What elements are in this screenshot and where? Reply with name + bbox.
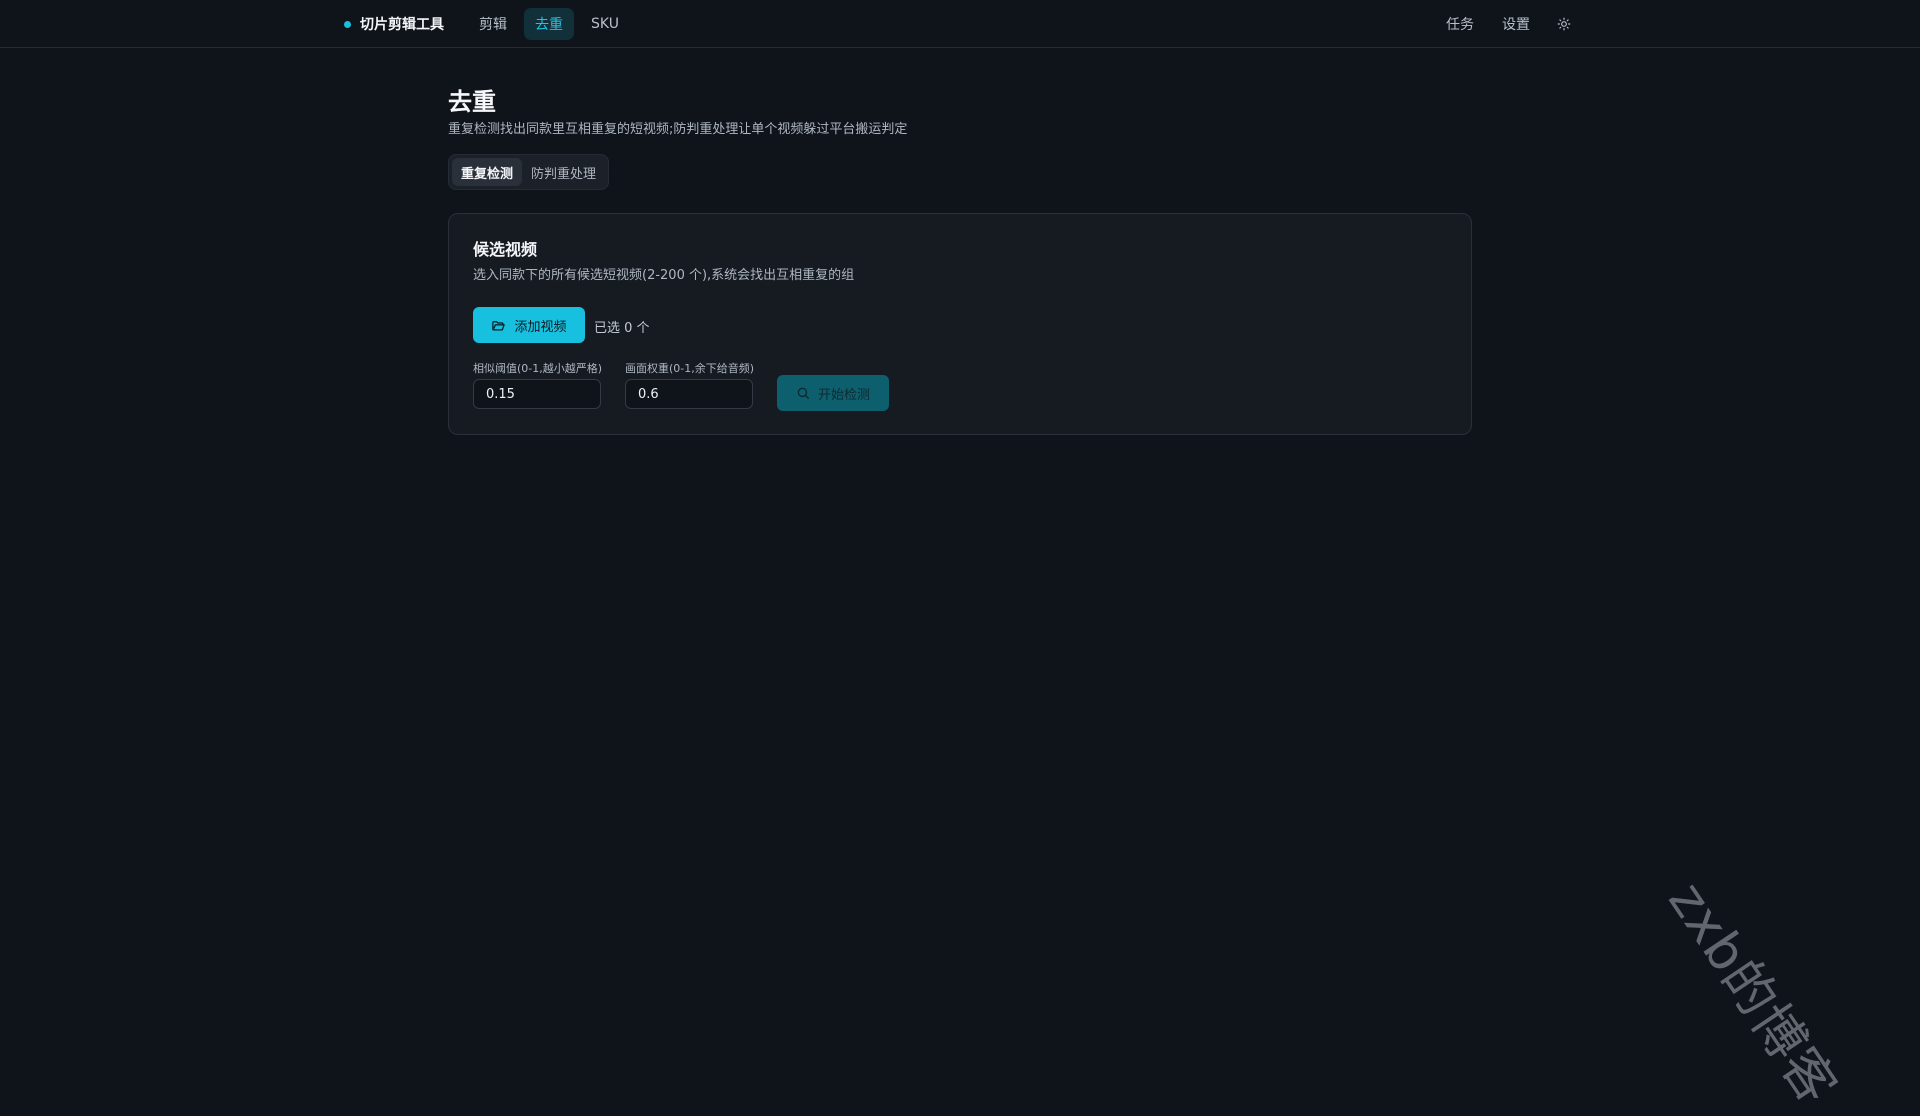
start-detection-label: 开始检测 [817, 387, 870, 403]
start-detection-button[interactable]: 开始检测 [777, 375, 889, 411]
segment-duplicate-detection[interactable]: 重复检测 [452, 158, 523, 186]
brand-dot-icon [344, 20, 351, 28]
nav-right: 任务 设置 [1436, 8, 1580, 40]
add-video-button[interactable]: 添加视频 [473, 307, 585, 343]
mode-segmented-control: 重复检测 防判重处理 [448, 154, 610, 190]
card-description: 选入同款下的所有候选短视频(2-200 个),系统会找出互相重复的组 [473, 268, 855, 283]
nav-tab-dedup[interactable]: 去重 [524, 8, 574, 40]
nav-link-tasks[interactable]: 任务 [1436, 8, 1484, 40]
selected-count: 已选 0 个 [594, 321, 650, 336]
page-subtitle: 重复检测找出同款里互相重复的短视频;防判重处理让单个视频躲过平台搬运判定 [448, 122, 908, 137]
nav-tab-edit[interactable]: 剪辑 [468, 8, 518, 40]
sun-icon [1557, 17, 1571, 31]
add-video-label: 添加视频 [514, 319, 567, 335]
theme-toggle-button[interactable] [1548, 8, 1580, 40]
nav-tab-sku[interactable]: SKU [580, 8, 630, 40]
folder-open-icon [492, 320, 506, 330]
watermark: zxb的博客 [1656, 871, 1848, 1116]
brand[interactable]: 切片剪辑工具 [344, 14, 444, 34]
segment-anti-duplicate[interactable]: 防判重处理 [522, 158, 605, 186]
weight-label: 画面权重(0-1,余下给音频) [625, 362, 755, 375]
threshold-input[interactable]: 0.15 [473, 379, 601, 409]
page-title: 去重 [448, 88, 496, 116]
weight-input[interactable]: 0.6 [625, 379, 753, 409]
top-nav-bar: 切片剪辑工具 剪辑 去重 SKU 任务 设置 [0, 0, 1920, 48]
threshold-label: 相似阈值(0-1,越小越严格) [473, 362, 603, 375]
card-title: 候选视频 [473, 240, 538, 259]
nav-link-settings[interactable]: 设置 [1492, 8, 1540, 40]
brand-name: 切片剪辑工具 [360, 17, 444, 33]
candidate-videos-card: 候选视频 选入同款下的所有候选短视频(2-200 个),系统会找出互相重复的组 … [448, 213, 1472, 435]
search-icon [797, 387, 809, 399]
nav-tabs: 剪辑 去重 SKU [468, 8, 630, 40]
